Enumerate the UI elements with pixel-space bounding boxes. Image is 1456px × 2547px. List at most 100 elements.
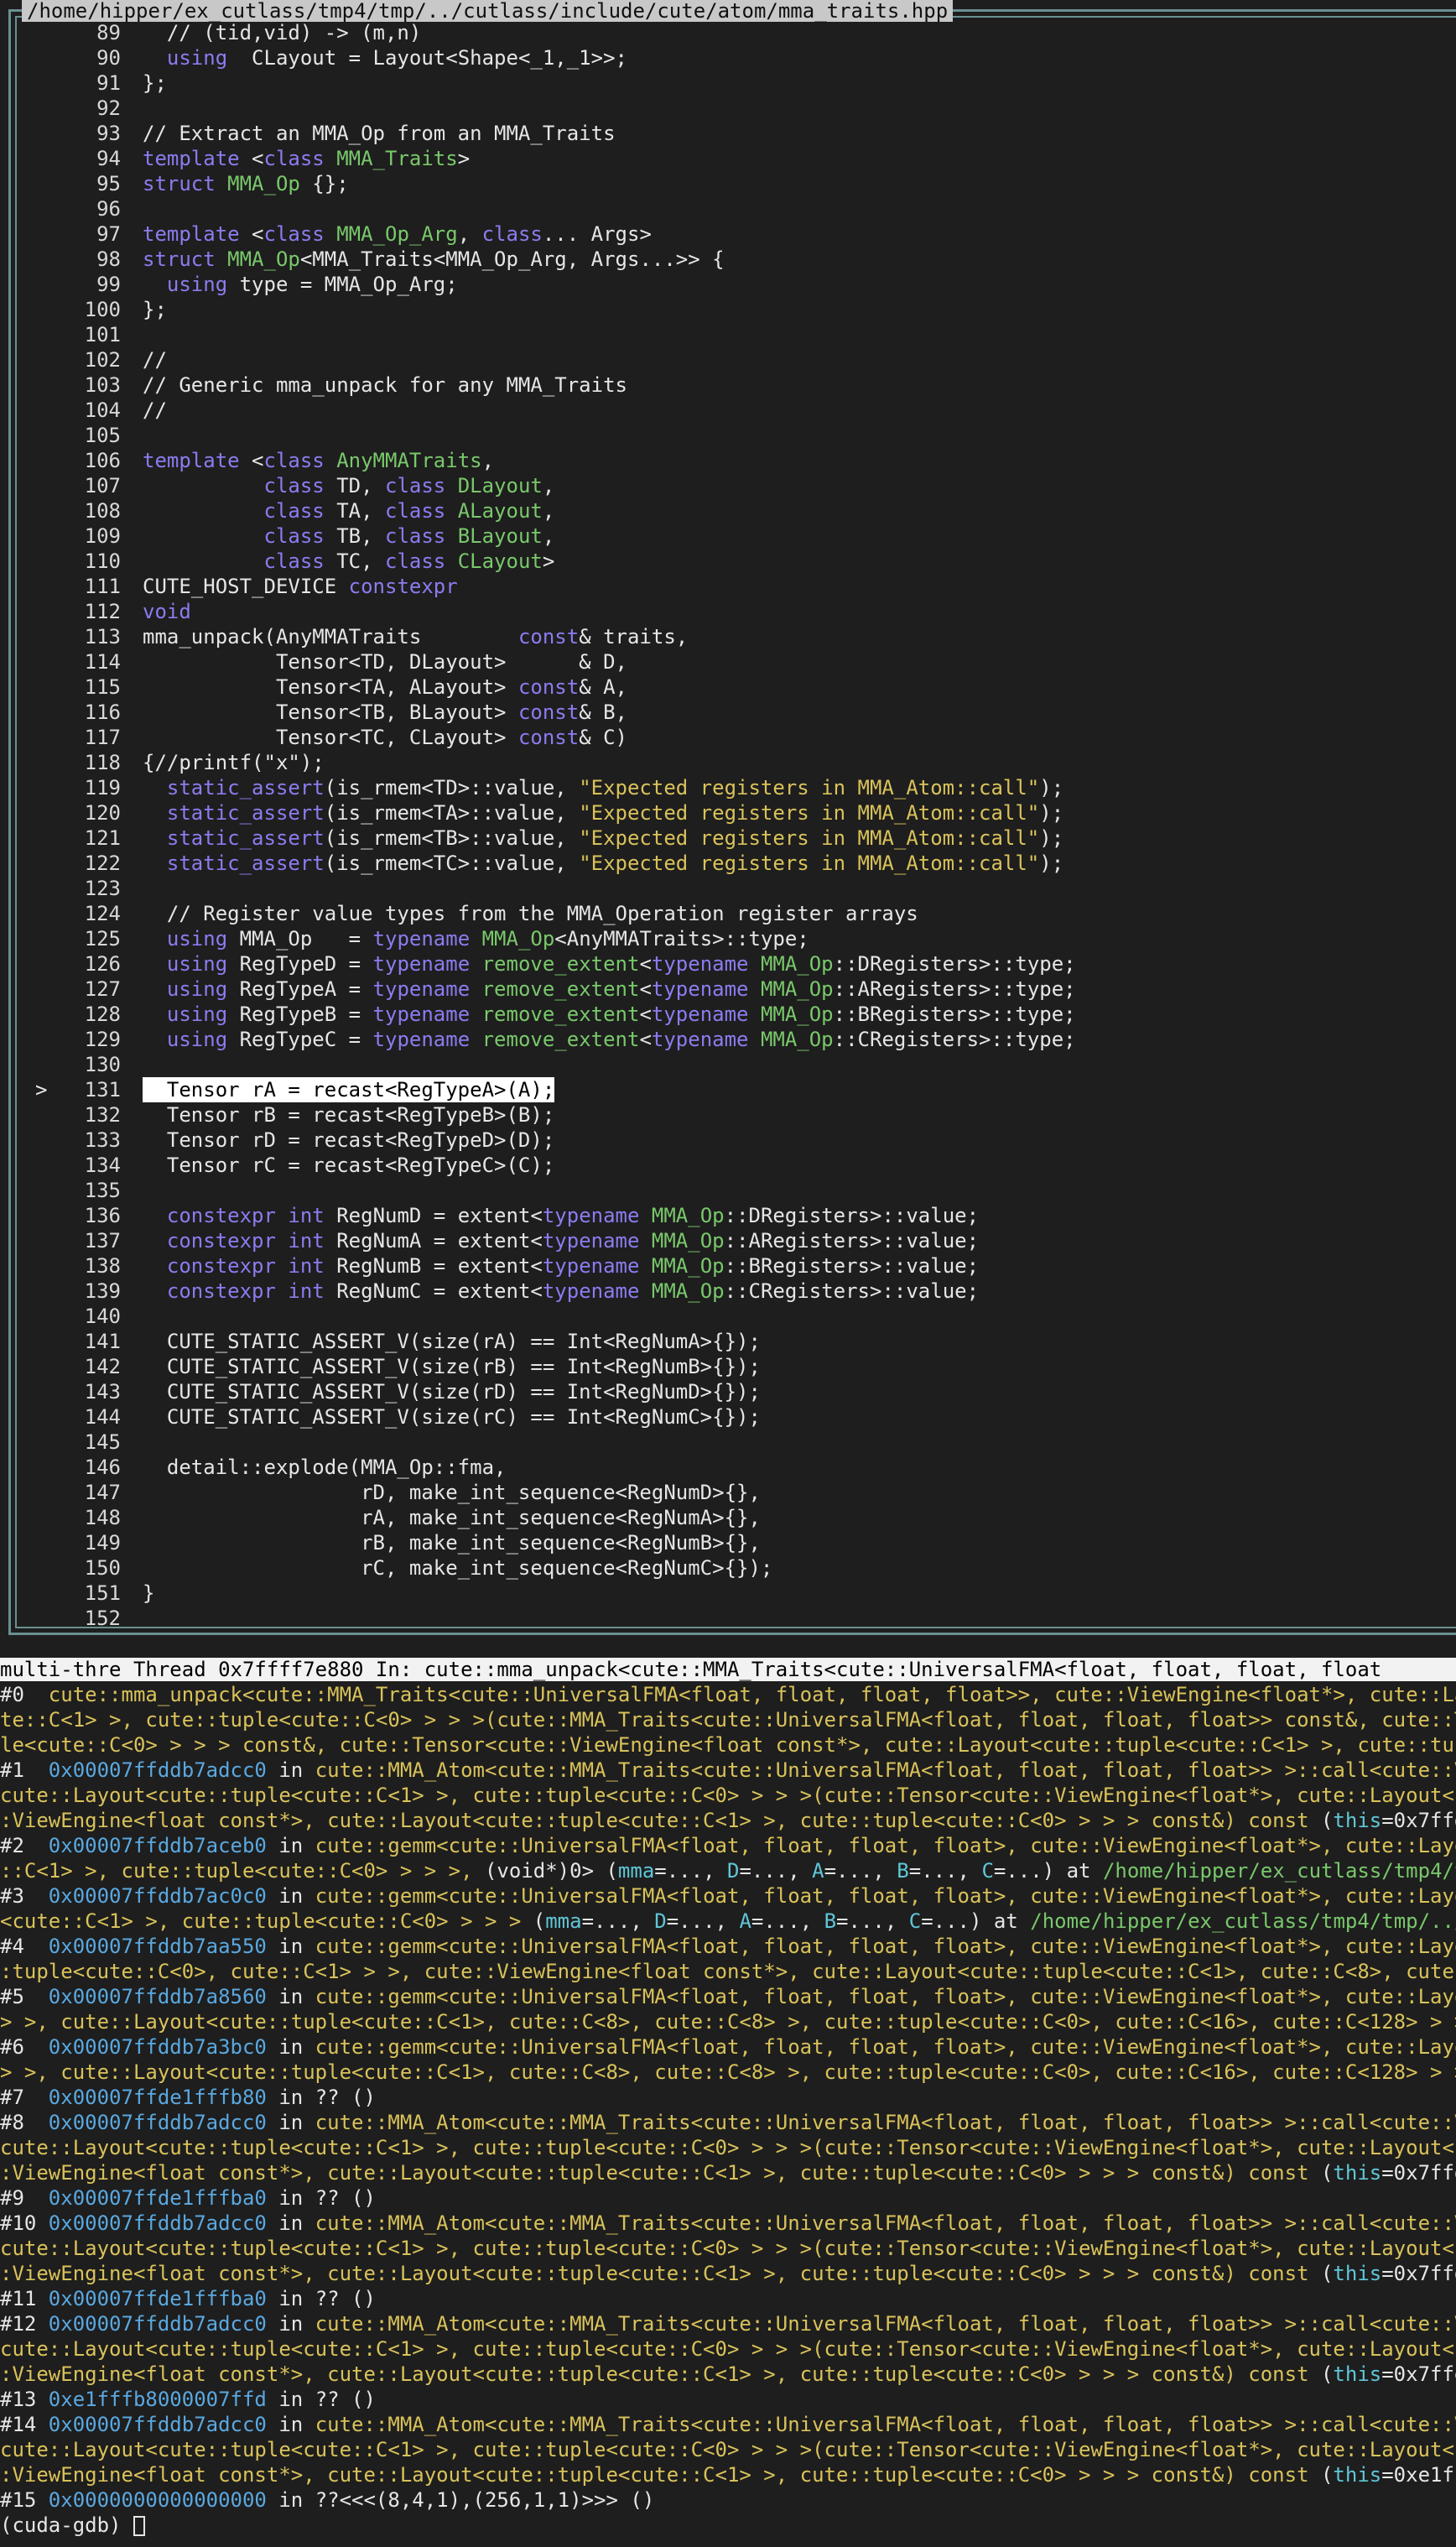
source-line[interactable]: 130 bbox=[0, 1052, 1456, 1077]
backtrace-token: in ?? () bbox=[266, 2287, 376, 2310]
source-line[interactable]: 106 template <class AnyMMATraits, bbox=[0, 448, 1456, 473]
line-number: 101 bbox=[84, 323, 121, 346]
source-line[interactable]: 101 bbox=[0, 322, 1456, 347]
line-number: 109 bbox=[84, 524, 121, 548]
source-line[interactable]: 122 static_assert(is_rmem<TC>::value, "E… bbox=[0, 851, 1456, 876]
source-line[interactable]: 125 using MMA_Op = typename MMA_Op<AnyMM… bbox=[0, 926, 1456, 951]
source-line[interactable]: 99 using type = MMA_Op_Arg; bbox=[0, 272, 1456, 297]
line-number: 95 bbox=[96, 172, 121, 195]
source-line[interactable]: 123 bbox=[0, 876, 1456, 901]
source-line[interactable]: 139 constexpr int RegNumC = extent<typen… bbox=[0, 1279, 1456, 1304]
source-line[interactable]: 117 Tensor<TC, CLayout> const& C) bbox=[0, 725, 1456, 750]
source-line[interactable]: 147 rD, make_int_sequence<RegNumD>{}, bbox=[0, 1480, 1456, 1505]
source-line[interactable]: 132 Tensor rB = recast<RegTypeB>(B); bbox=[0, 1102, 1456, 1128]
source-line[interactable]: 138 constexpr int RegNumB = extent<typen… bbox=[0, 1253, 1456, 1279]
line-number: 133 bbox=[84, 1128, 121, 1152]
backtrace-token: 0x00007ffde1fffb80 bbox=[48, 2086, 267, 2109]
source-line[interactable]: 144 CUTE_STATIC_ASSERT_V(size(rC) == Int… bbox=[0, 1404, 1456, 1430]
source-line[interactable]: 143 CUTE_STATIC_ASSERT_V(size(rD) == Int… bbox=[0, 1379, 1456, 1404]
source-line[interactable]: 119 static_assert(is_rmem<TD>::value, "E… bbox=[0, 775, 1456, 800]
line-code: CUTE_STATIC_ASSERT_V(size(rD) == Int<Reg… bbox=[143, 1379, 761, 1404]
source-line[interactable]: 134 Tensor rC = recast<RegTypeC>(C); bbox=[0, 1153, 1456, 1178]
source-line[interactable]: 133 Tensor rD = recast<RegTypeD>(D); bbox=[0, 1128, 1456, 1153]
line-number: 126 bbox=[84, 952, 121, 976]
backtrace-token: 0x00007ffddb7aceb0 bbox=[48, 1834, 267, 1857]
source-line[interactable]: 112 void bbox=[0, 599, 1456, 624]
line-number: 117 bbox=[84, 726, 121, 749]
source-line[interactable]: 145 bbox=[0, 1430, 1456, 1455]
line-code: class TA, class ALayout, bbox=[143, 498, 554, 523]
source-line[interactable]: 127 using RegTypeA = typename remove_ext… bbox=[0, 977, 1456, 1002]
line-code: CUTE_STATIC_ASSERT_V(size(rB) == Int<Reg… bbox=[143, 1354, 761, 1379]
source-line[interactable]: 110 class TC, class CLayout> bbox=[0, 549, 1456, 574]
backtrace-token: in ?? () bbox=[266, 2388, 376, 2411]
code-token: int bbox=[288, 1279, 325, 1303]
source-line[interactable]: 102 // bbox=[0, 347, 1456, 372]
source-line[interactable]: 141 CUTE_STATIC_ASSERT_V(size(rA) == Int… bbox=[0, 1329, 1456, 1354]
source-line[interactable]: 108 class TA, class ALayout, bbox=[0, 498, 1456, 523]
backtrace-token: #0 bbox=[0, 1683, 49, 1706]
code-token: ); bbox=[1039, 852, 1064, 875]
code-token: RegTypeB = bbox=[227, 1003, 373, 1026]
source-line[interactable]: 135 bbox=[0, 1178, 1456, 1203]
source-line[interactable]: 90 using CLayout = Layout<Shape<_1,_1>>; bbox=[0, 45, 1456, 70]
line-number: 89 bbox=[96, 21, 121, 44]
source-line[interactable]: 149 rB, make_int_sequence<RegNumB>{}, bbox=[0, 1530, 1456, 1555]
source-line[interactable]: 98 struct MMA_Op<MMA_Traits<MMA_Op_Arg, A… bbox=[0, 247, 1456, 272]
source-line[interactable]: 137 constexpr int RegNumA = extent<typen… bbox=[0, 1228, 1456, 1253]
source-line[interactable]: 91}; bbox=[0, 70, 1456, 96]
code-token: using bbox=[143, 1003, 228, 1026]
source-line[interactable]: 89 // (tid,vid) -> (m,n) bbox=[0, 20, 1456, 45]
source-line[interactable]: 97 template <class MMA_Op_Arg, class... A… bbox=[0, 221, 1456, 247]
source-line[interactable]: 103 // Generic mma_unpack for any MMA_Tra… bbox=[0, 372, 1456, 398]
source-line[interactable]: 107 class TD, class DLayout, bbox=[0, 473, 1456, 498]
backtrace-token: > >, cute::Layout<cute::tuple<cute::C<1>… bbox=[0, 2010, 1456, 2034]
backtrace-token: :ViewEngine<float const*>, cute::Layout<… bbox=[0, 1809, 1321, 1832]
source-line[interactable]: 114 Tensor<TD, DLayout> & D, bbox=[0, 649, 1456, 675]
backtrace-token: =0x7ffde1f bbox=[1381, 2161, 1456, 2185]
source-line[interactable]: 121 static_assert(is_rmem<TB>::value, "E… bbox=[0, 826, 1456, 851]
line-number: 110 bbox=[84, 550, 121, 573]
source-line[interactable]: 151} bbox=[0, 1581, 1456, 1606]
source-line[interactable]: 94 template <class MMA_Traits> bbox=[0, 146, 1456, 171]
source-line[interactable]: 126 using RegTypeD = typename remove_ext… bbox=[0, 951, 1456, 977]
backtrace-line: #10 0x00007ffddb7adcc0 in cute::MMA_Atom… bbox=[0, 2211, 1456, 2236]
source-line[interactable]: 118 {//printf("x"); bbox=[0, 750, 1456, 775]
backtrace-token: =..., bbox=[581, 1909, 655, 1933]
source-line[interactable]: 152 bbox=[0, 1606, 1456, 1631]
source-line[interactable]: 129 using RegTypeC = typename remove_ext… bbox=[0, 1027, 1456, 1052]
source-code-listing[interactable]: 89 // (tid,vid) -> (m,n) 90 using CLayout… bbox=[0, 20, 1456, 1631]
source-line[interactable]: 115 Tensor<TA, ALayout> const& A, bbox=[0, 675, 1456, 700]
source-line[interactable]: 120 static_assert(is_rmem<TA>::value, "E… bbox=[0, 800, 1456, 826]
source-line[interactable]: 95 struct MMA_Op {}; bbox=[0, 171, 1456, 196]
source-line[interactable]: 93 // Extract an MMA_Op from an MMA_Trait… bbox=[0, 121, 1456, 146]
line-number: 122 bbox=[84, 852, 121, 875]
source-line[interactable]: 148 rA, make_int_sequence<RegNumA>{}, bbox=[0, 1505, 1456, 1530]
source-line[interactable]: 128 using RegTypeB = typename remove_ext… bbox=[0, 1002, 1456, 1027]
code-token: class bbox=[263, 449, 325, 472]
code-token: {//printf("x"); bbox=[143, 751, 325, 774]
code-token: using bbox=[143, 46, 228, 70]
gdb-command-output[interactable]: #0 cute::mma_unpack<cute::MMA_Traits<cut… bbox=[0, 1682, 1456, 2538]
current-source-line[interactable]: >131 Tensor rA = recast<RegTypeA>(A); bbox=[0, 1077, 1456, 1102]
source-line[interactable]: 142 CUTE_STATIC_ASSERT_V(size(rB) == Int… bbox=[0, 1354, 1456, 1379]
backtrace-token: 0x00007ffddb7a8560 bbox=[48, 1985, 267, 2008]
source-line[interactable]: 150 rC, make_int_sequence<RegNumC>{}); bbox=[0, 1555, 1456, 1581]
code-token: < bbox=[639, 952, 652, 976]
source-line[interactable]: 111 CUTE_HOST_DEVICE constexpr bbox=[0, 574, 1456, 599]
source-line[interactable]: 92 bbox=[0, 96, 1456, 121]
source-line[interactable]: 100}; bbox=[0, 297, 1456, 322]
source-line[interactable]: 146 detail::explode(MMA_Op::fma, bbox=[0, 1455, 1456, 1480]
source-line[interactable]: 109 class TB, class BLayout, bbox=[0, 523, 1456, 549]
source-line[interactable]: 105 bbox=[0, 423, 1456, 448]
backtrace-token: 0x00007ffddb7ac0c0 bbox=[48, 1884, 267, 1908]
gdb-prompt-line[interactable]: (cuda-gdb) bbox=[0, 2513, 1456, 2538]
source-line[interactable]: 104 // bbox=[0, 398, 1456, 423]
source-line[interactable]: 96 bbox=[0, 196, 1456, 221]
source-line[interactable]: 116 Tensor<TB, BLayout> const& B, bbox=[0, 700, 1456, 725]
source-line[interactable]: 136 constexpr int RegNumD = extent<typen… bbox=[0, 1203, 1456, 1228]
source-line[interactable]: 113 mma_unpack(AnyMMATraits const& traits… bbox=[0, 624, 1456, 649]
source-line[interactable]: 124 // Register value types from the MMA… bbox=[0, 901, 1456, 926]
line-code: Tensor<TB, BLayout> const& B, bbox=[143, 700, 627, 725]
source-line[interactable]: 140 bbox=[0, 1304, 1456, 1329]
